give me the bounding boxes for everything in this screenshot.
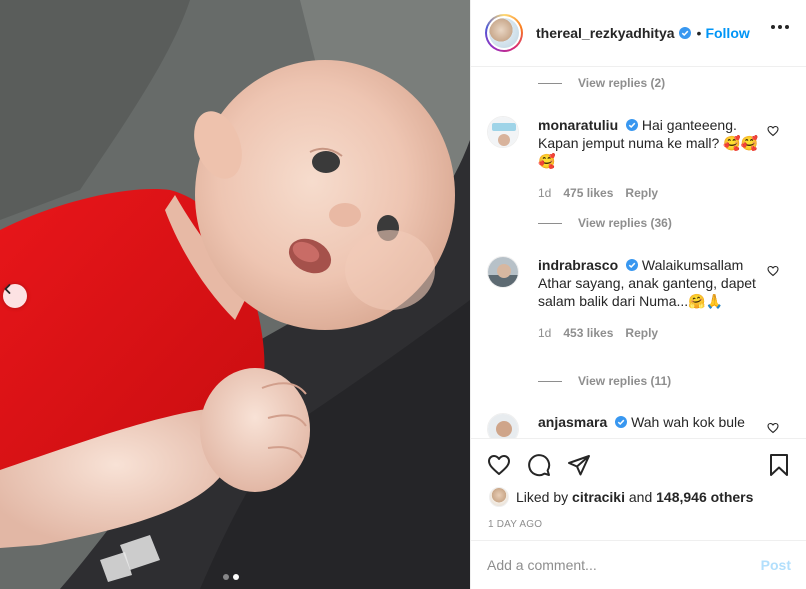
comment-item: anjasmara Wah wah kok bule	[487, 413, 793, 438]
post-side-panel: thereal_rezkyadhitya • Follow View repli…	[470, 0, 806, 589]
comment-like-heart-icon[interactable]	[767, 124, 779, 142]
liked-others[interactable]: 148,946 others	[656, 489, 753, 505]
author-avatar[interactable]	[485, 14, 523, 52]
comments-list[interactable]: View replies (2) monaratuliu Hai ganteee…	[471, 68, 806, 438]
bookmark-icon[interactable]	[767, 453, 791, 482]
comment-icon[interactable]	[527, 453, 551, 482]
commenter-avatar[interactable]	[487, 116, 519, 148]
comment-age[interactable]: 1d	[538, 184, 551, 202]
liked-prefix: Liked by	[516, 489, 569, 505]
carousel-dot-active	[233, 574, 239, 580]
commenter-avatar[interactable]	[487, 256, 519, 288]
header-separator: •	[696, 25, 702, 41]
author-username[interactable]: thereal_rezkyadhitya	[536, 25, 675, 41]
reply-button[interactable]: Reply	[625, 184, 658, 202]
chevron-left-icon	[4, 284, 11, 294]
post-photo	[0, 0, 470, 589]
post-timestamp[interactable]: 1 DAY AGO	[488, 519, 542, 530]
comment-like-heart-icon[interactable]	[767, 264, 779, 282]
view-replies-button[interactable]: View replies (36)	[538, 216, 672, 230]
share-icon[interactable]	[567, 453, 591, 482]
liked-by-row: Liked by citraciki and 148,946 others	[489, 487, 753, 507]
verified-badge-icon	[626, 259, 639, 271]
view-replies-button[interactable]: View replies (2)	[538, 76, 665, 90]
post-comment-button[interactable]: Post	[761, 557, 791, 573]
commenter-avatar[interactable]	[487, 413, 519, 438]
carousel-dot	[223, 574, 229, 580]
comment-item: monaratuliu Hai ganteeeng. Kapan jemput …	[487, 116, 793, 202]
comment-age[interactable]: 1d	[538, 324, 551, 342]
comment-text: Wah wah kok bule	[631, 414, 745, 430]
liker-avatar[interactable]	[489, 487, 509, 507]
comment-username[interactable]: anjasmara	[538, 414, 607, 430]
verified-badge-icon	[678, 27, 691, 39]
comment-username[interactable]: monaratuliu	[538, 117, 618, 133]
more-horizontal-icon[interactable]	[771, 25, 789, 29]
view-replies-button[interactable]: View replies (11)	[538, 374, 671, 388]
liked-and: and	[628, 489, 653, 505]
verified-badge-icon	[615, 416, 628, 428]
comment-item: indrabrasco Walaikumsallam Athar sayang,…	[487, 256, 793, 342]
baby-photo-image	[0, 0, 470, 589]
comment-like-heart-icon[interactable]	[767, 421, 779, 438]
verified-badge-icon	[626, 119, 639, 131]
reply-button[interactable]: Reply	[625, 324, 658, 342]
add-comment-bar: Post	[471, 540, 806, 589]
follow-button[interactable]: Follow	[705, 25, 749, 41]
liked-user[interactable]: citraciki	[572, 489, 625, 505]
heart-icon[interactable]	[487, 453, 511, 482]
carousel-dots	[223, 574, 239, 580]
add-comment-input[interactable]	[487, 557, 737, 573]
comment-likes[interactable]: 475 likes	[563, 184, 613, 202]
comment-username[interactable]: indrabrasco	[538, 257, 618, 273]
comment-likes[interactable]: 453 likes	[563, 324, 613, 342]
post-header: thereal_rezkyadhitya • Follow	[471, 0, 806, 67]
carousel-prev-button[interactable]	[3, 284, 27, 308]
